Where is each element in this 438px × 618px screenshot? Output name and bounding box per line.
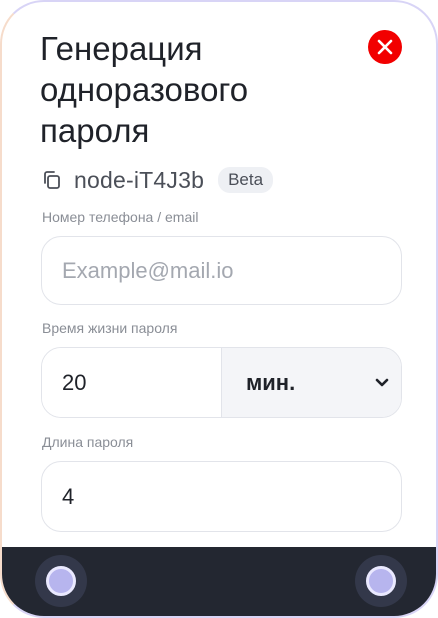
copy-icon[interactable] (42, 170, 62, 190)
bottom-bar (2, 547, 436, 616)
otp-dialog: Генерация одноразового пароля node-iT4J3… (0, 0, 438, 618)
contact-field[interactable] (41, 236, 402, 305)
left-orb-button[interactable] (35, 555, 87, 607)
node-info: node-iT4J3b Beta (42, 165, 274, 195)
chevron-down-icon (375, 378, 389, 386)
length-input[interactable] (62, 462, 382, 531)
contact-label: Номер телефона / email (42, 209, 199, 225)
page-title: Генерация одноразового пароля (40, 30, 249, 149)
orb-icon (46, 566, 76, 596)
lifetime-unit-select[interactable]: мин. (222, 348, 401, 417)
close-button[interactable] (368, 30, 402, 64)
close-icon (377, 39, 393, 55)
beta-badge: Beta (218, 167, 274, 193)
contact-input[interactable] (62, 237, 382, 304)
node-id: node-iT4J3b (74, 166, 205, 193)
orb-icon (366, 566, 396, 596)
lifetime-unit-value: мин. (246, 369, 296, 395)
length-label: Длина пароля (42, 434, 134, 450)
lifetime-label: Время жизни пароля (42, 320, 178, 336)
right-orb-button[interactable] (355, 555, 407, 607)
lifetime-input[interactable]: 20 (42, 348, 222, 417)
lifetime-field: 20 мин. (41, 347, 402, 418)
length-field[interactable] (41, 461, 402, 532)
